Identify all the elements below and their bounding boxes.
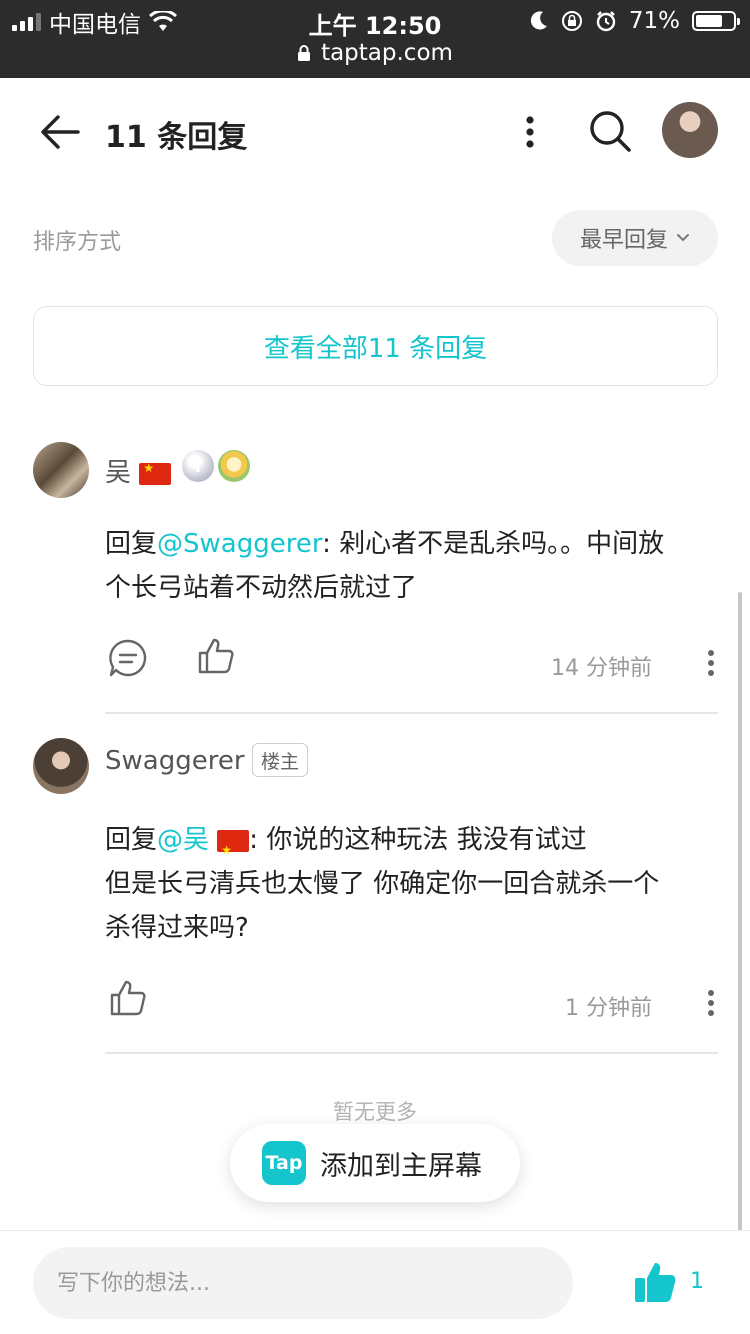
comment-line: 但是长弓清兵也太慢了 你确定你一回合就杀一个 — [105, 869, 660, 899]
level-badge-icon[interactable]: T — [182, 450, 214, 482]
url-bar[interactable]: taptap.com — [0, 40, 750, 66]
comment-username[interactable]: 吴 — [105, 452, 172, 489]
comment-input[interactable] — [33, 1247, 573, 1319]
owner-tag: 楼主 — [252, 743, 309, 777]
sort-selected: 最早回复 — [579, 228, 668, 253]
add-to-home-button[interactable]: Tap 添加到主屏幕 — [230, 1124, 520, 1202]
battery-icon — [692, 11, 740, 31]
mention-link[interactable]: @Swaggerer — [157, 529, 322, 559]
comment-line: : 你说的这种玩法 我没有试过 — [249, 825, 587, 855]
rotation-lock-icon — [561, 11, 582, 31]
comment-avatar[interactable] — [33, 442, 89, 498]
add-to-home-label: 添加到主屏幕 — [320, 1150, 482, 1182]
back-arrow-icon[interactable] — [38, 112, 82, 152]
user-avatar[interactable] — [662, 102, 718, 158]
bottom-bar: 1 — [0, 1230, 750, 1334]
scrollbar[interactable] — [738, 592, 742, 1324]
comment-username[interactable]: Swaggerer — [105, 746, 245, 776]
comment-text: 回复@吴 : 你说的这种玩法 我没有试过 但是长弓清兵也太慢了 你确定你一回合就… — [105, 818, 725, 950]
comment-line: : 剁心者不是乱杀吗。。中间放 — [322, 529, 665, 559]
comment-more-icon[interactable] — [706, 988, 716, 1018]
china-flag-icon — [139, 461, 172, 485]
search-icon[interactable] — [588, 109, 632, 153]
comment-timestamp: 14 分钟前 — [551, 656, 652, 681]
taptap-logo: Tap — [262, 1141, 306, 1185]
reply-comment-icon[interactable] — [108, 638, 148, 678]
badge-letter: T — [192, 456, 204, 476]
comment-timestamp: 1 分钟前 — [565, 996, 652, 1021]
username-text[interactable]: 吴 — [105, 458, 131, 488]
reply-prefix: 回复 — [105, 825, 158, 855]
thumbs-up-icon[interactable] — [632, 1259, 678, 1305]
like-icon[interactable] — [196, 636, 236, 676]
battery-fill — [696, 15, 722, 27]
page-header: 11 条回复 — [0, 78, 750, 186]
status-bar-right: 71% — [529, 7, 740, 35]
character-badge-icon[interactable] — [218, 450, 250, 482]
comment-text: 回复@Swaggerer: 剁心者不是乱杀吗。。中间放 个长弓站着不动然后就过了 — [105, 522, 725, 610]
like-icon[interactable] — [108, 978, 148, 1018]
more-options-icon[interactable] — [520, 112, 540, 152]
chevron-down-icon — [677, 234, 689, 242]
comment-avatar[interactable] — [33, 738, 89, 794]
view-all-replies-button[interactable]: 查看全部11 条回复 — [33, 306, 718, 386]
like-count: 1 — [690, 1269, 704, 1294]
reply-prefix: 回复 — [105, 529, 158, 559]
battery-percent: 71% — [628, 8, 680, 34]
moon-icon — [530, 11, 547, 30]
comment-divider — [105, 1052, 718, 1054]
lock-icon — [298, 45, 311, 61]
mention-text[interactable]: @吴 — [157, 825, 209, 855]
comment-divider — [105, 712, 718, 714]
mention-link[interactable]: @吴 — [157, 825, 250, 872]
comment-line: 杀得过来吗? — [105, 913, 249, 943]
alarm-icon — [596, 11, 616, 32]
sort-dropdown[interactable]: 最早回复 — [552, 210, 718, 266]
url-text[interactable]: taptap.com — [321, 40, 453, 66]
comment-more-icon[interactable] — [706, 648, 716, 678]
comment-line: 个长弓站着不动然后就过了 — [105, 573, 418, 603]
no-more-label: 暂无更多 — [333, 1100, 417, 1124]
sort-label: 排序方式 — [33, 230, 122, 255]
china-flag-icon — [217, 828, 250, 872]
status-bar: 中国电信 上午 12:50 71% taptap.com — [0, 0, 750, 78]
page-title: 11 条回复 — [105, 120, 248, 155]
